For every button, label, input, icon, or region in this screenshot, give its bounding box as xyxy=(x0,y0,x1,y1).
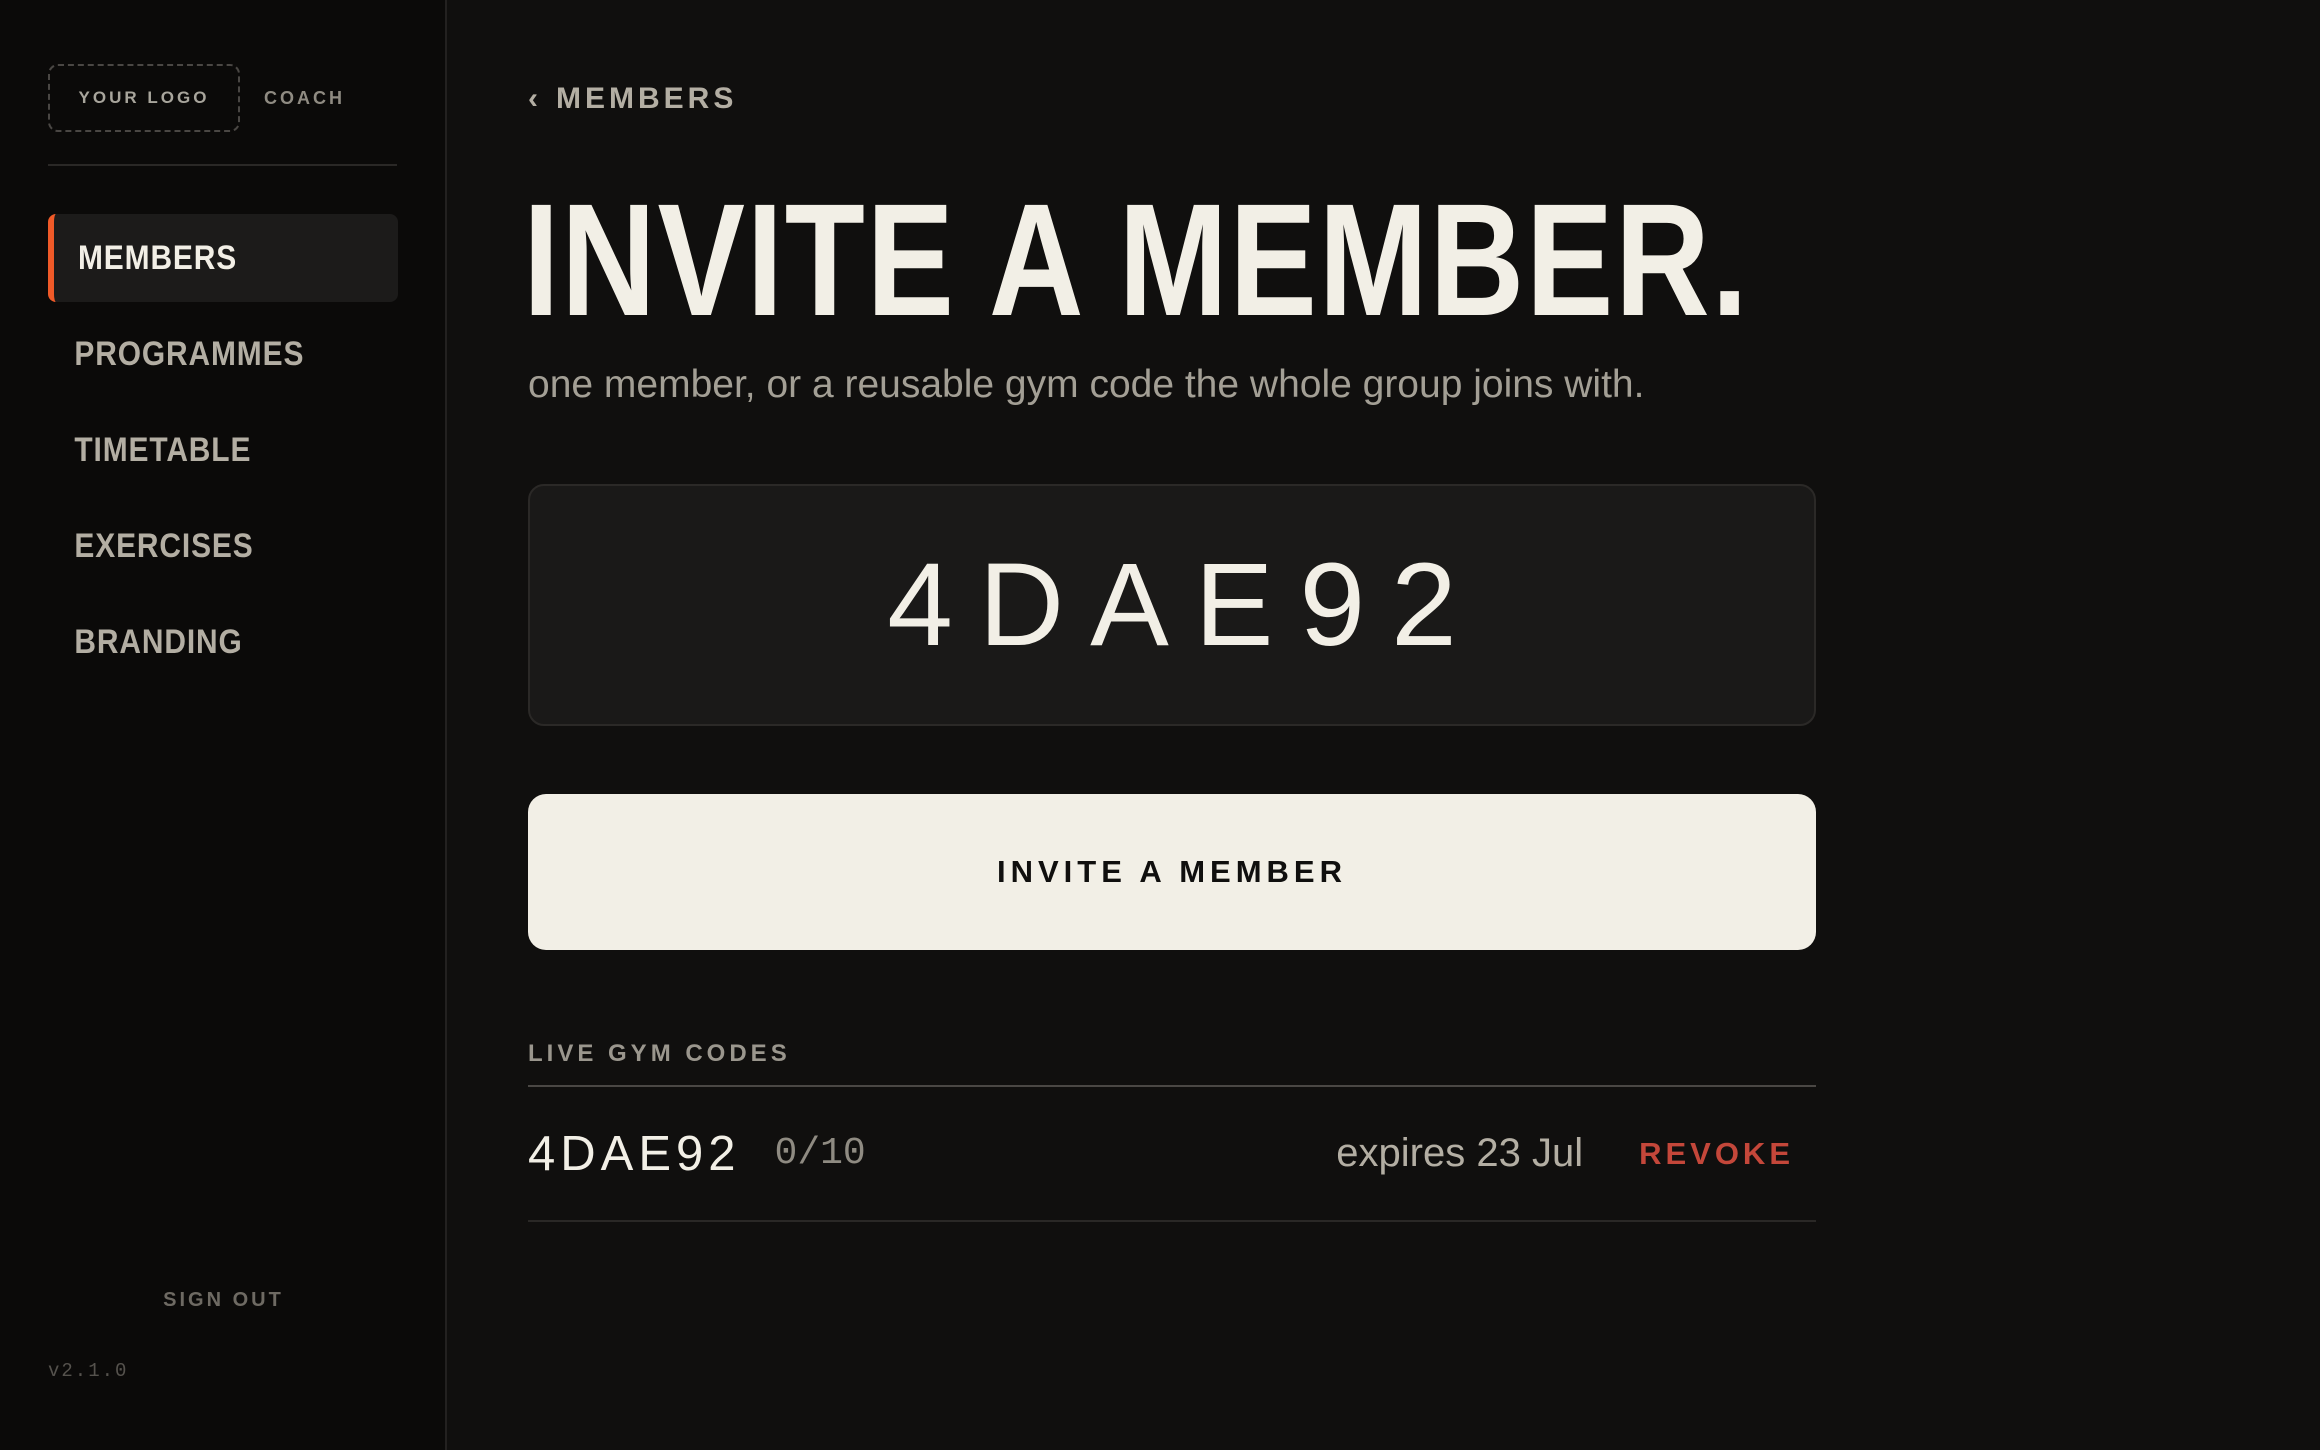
sidebar-item-branding[interactable]: BRANDING xyxy=(48,598,356,686)
logo-placeholder[interactable]: YOUR LOGO xyxy=(48,64,240,132)
role-label: COACH xyxy=(264,87,345,108)
main-content: ‹ MEMBERS INVITE A MEMBER. one member, o… xyxy=(447,0,2320,1450)
gym-code-display[interactable]: 4DAE92 xyxy=(861,537,1483,673)
live-code-usage: 0/10 xyxy=(774,1132,866,1175)
live-code-row: 4DAE92 0/10 expires 23 Jul REVOKE xyxy=(528,1087,1816,1222)
sidebar-item-members[interactable]: MEMBERS xyxy=(48,214,398,302)
live-codes-heading: LIVE GYM CODES xyxy=(528,1040,791,1067)
page-subtitle: one member, or a reusable gym code the w… xyxy=(528,363,1645,406)
sidebar-item-label: BRANDING xyxy=(74,622,243,661)
back-link-label: MEMBERS xyxy=(556,82,738,115)
live-code-value: 4DAE92 xyxy=(528,1126,741,1181)
gym-code-card: 4DAE92 xyxy=(528,484,1816,726)
sidebar-item-exercises[interactable]: EXERCISES xyxy=(48,502,356,590)
brand: YOUR LOGO COACH xyxy=(48,63,397,133)
sidebar-item-label: TIMETABLE xyxy=(74,430,252,469)
app: YOUR LOGO COACH MEMBERS PROGRAMMES TIMET… xyxy=(0,0,2320,1450)
sign-out-button[interactable]: SIGN OUT xyxy=(0,1289,447,1312)
revoke-button[interactable]: REVOKE xyxy=(1639,1136,1794,1172)
chevron-left-icon: ‹ xyxy=(528,82,542,115)
sidebar-item-label: MEMBERS xyxy=(78,238,238,277)
page-title: INVITE A MEMBER. xyxy=(523,170,1750,349)
version-label: v2.1.0 xyxy=(48,1360,129,1382)
sidebar-item-label: PROGRAMMES xyxy=(74,334,305,373)
sidebar-nav: MEMBERS PROGRAMMES TIMETABLE EXERCISES B… xyxy=(48,214,398,686)
sidebar: YOUR LOGO COACH MEMBERS PROGRAMMES TIMET… xyxy=(0,0,447,1450)
invite-member-button[interactable]: INVITE A MEMBER xyxy=(528,794,1816,950)
back-link[interactable]: ‹ MEMBERS xyxy=(528,82,737,116)
sidebar-item-label: EXERCISES xyxy=(74,526,254,565)
sidebar-item-timetable[interactable]: TIMETABLE xyxy=(48,406,356,494)
sidebar-divider xyxy=(48,164,397,166)
live-code-expiry: expires 23 Jul xyxy=(1336,1131,1584,1175)
sidebar-item-programmes[interactable]: PROGRAMMES xyxy=(48,310,356,398)
